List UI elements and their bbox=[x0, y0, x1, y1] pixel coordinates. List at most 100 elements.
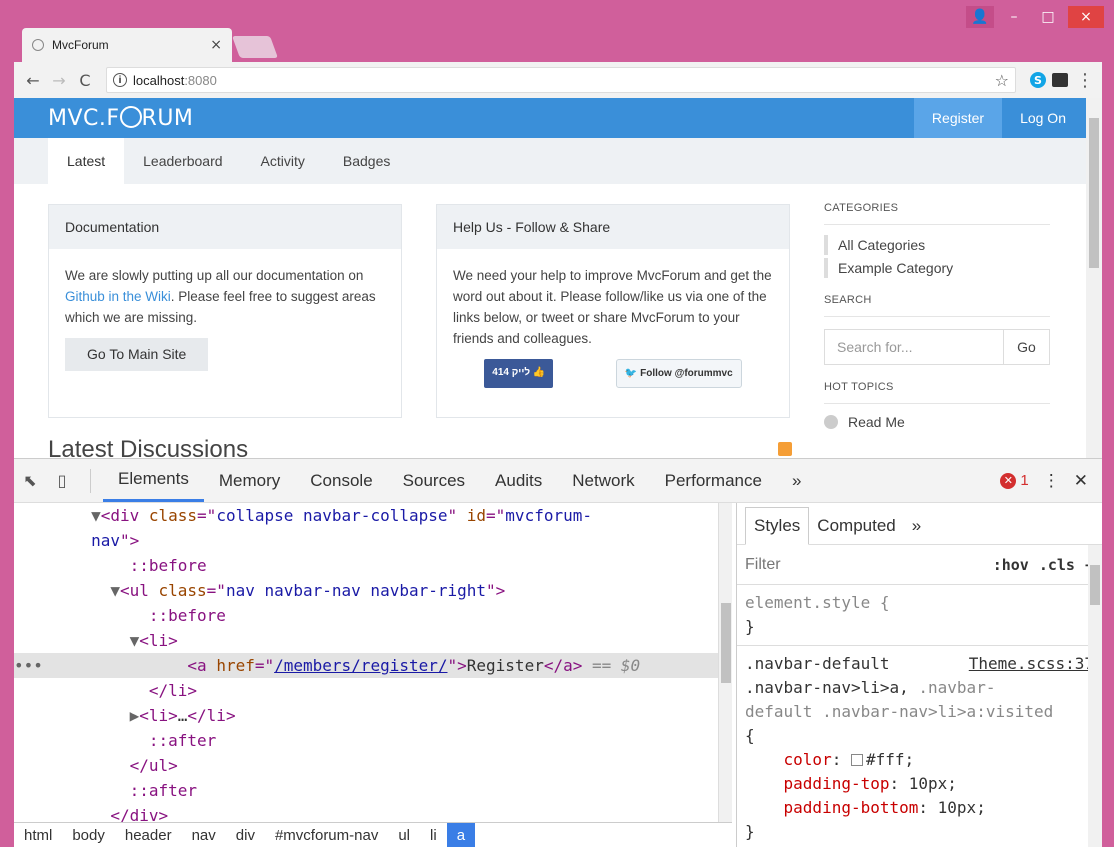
tab-close-icon[interactable]: × bbox=[210, 37, 222, 53]
devtools-menu-icon[interactable]: ⋮ bbox=[1043, 471, 1060, 491]
panel-body: We are slowly putting up all our documen… bbox=[49, 249, 401, 371]
tab-computed[interactable]: Computed bbox=[809, 516, 903, 544]
dom-node[interactable]: </div> bbox=[14, 803, 732, 823]
tab-styles[interactable]: Styles bbox=[745, 507, 810, 545]
search-title: SEARCH bbox=[824, 294, 1050, 317]
dom-node[interactable]: ▼<div class="collapse navbar-collapse" i… bbox=[14, 503, 732, 528]
filter-input[interactable]: Filter bbox=[745, 556, 781, 574]
element-style-rule[interactable]: element.style { } bbox=[737, 585, 1102, 646]
dom-node[interactable]: ▼<ul class="nav navbar-nav navbar-right"… bbox=[14, 578, 732, 603]
register-link[interactable]: Register bbox=[913, 98, 1003, 138]
tab-activity[interactable]: Activity bbox=[242, 138, 324, 184]
selected-dom-node[interactable]: ••• <a href="/members/register/">Registe… bbox=[14, 653, 732, 678]
facebook-like-button[interactable]: 414 לייק 👍 bbox=[484, 359, 554, 388]
avatar bbox=[824, 415, 838, 429]
url-host: localhost bbox=[133, 72, 185, 88]
site-logo[interactable]: MVC.F RUM bbox=[48, 105, 193, 131]
styles-scrollbar[interactable] bbox=[1088, 545, 1102, 847]
categories-title: CATEGORIES bbox=[824, 202, 1050, 225]
crumb-div[interactable]: div bbox=[226, 823, 265, 847]
browser-toolbar: ← → C i localhost :8080 ☆ S ⋮ bbox=[14, 62, 1102, 98]
dom-node[interactable]: </li> bbox=[14, 678, 732, 703]
styles-pane: Styles Computed » Filter :hov .cls + ele… bbox=[736, 503, 1102, 847]
tab-badges[interactable]: Badges bbox=[324, 138, 409, 184]
panel-title: Help Us - Follow & Share bbox=[437, 205, 789, 249]
skype-extension-icon[interactable]: S bbox=[1030, 72, 1046, 88]
dom-node[interactable]: ::before bbox=[14, 553, 732, 578]
sidebar: CATEGORIES All Categories Example Catego… bbox=[824, 202, 1050, 430]
browser-menu-icon[interactable]: ⋮ bbox=[1074, 69, 1096, 91]
inspect-element-icon[interactable]: ⬉ bbox=[14, 471, 46, 490]
more-tabs-icon[interactable]: » bbox=[777, 459, 816, 502]
page-scrollbar[interactable] bbox=[1086, 98, 1102, 458]
crumb-nav[interactable]: nav bbox=[182, 823, 226, 847]
styles-filter[interactable]: Filter :hov .cls + bbox=[737, 545, 1102, 585]
cls-toggle[interactable]: .cls bbox=[1039, 556, 1075, 574]
crumb-ul[interactable]: ul bbox=[388, 823, 420, 847]
device-toolbar-icon[interactable]: ▯ bbox=[46, 471, 78, 490]
crumb-li[interactable]: li bbox=[420, 823, 447, 847]
error-count-badge[interactable]: ✕ 1 bbox=[1000, 472, 1029, 489]
tab-leaderboard[interactable]: Leaderboard bbox=[124, 138, 241, 184]
more-panes-icon[interactable]: » bbox=[904, 516, 929, 544]
tab-latest[interactable]: Latest bbox=[48, 138, 125, 184]
browser-tab[interactable]: MvcForum × bbox=[22, 28, 232, 62]
bookmark-star-icon[interactable]: ☆ bbox=[995, 71, 1009, 90]
crumb-header[interactable]: header bbox=[115, 823, 182, 847]
dom-node[interactable]: ::before bbox=[14, 603, 732, 628]
user-profile-icon[interactable]: 👤 bbox=[966, 6, 994, 28]
extension-icon[interactable] bbox=[1052, 73, 1068, 87]
dom-node[interactable]: nav"> bbox=[14, 528, 732, 553]
dom-node[interactable]: </ul> bbox=[14, 753, 732, 778]
site-tabs: Latest Leaderboard Activity Badges bbox=[14, 138, 1102, 184]
minimize-button[interactable]: – bbox=[1000, 6, 1028, 28]
crumb-a[interactable]: a bbox=[446, 823, 476, 847]
window-close-button[interactable]: × bbox=[1068, 6, 1104, 28]
documentation-panel: Documentation We are slowly putting up a… bbox=[48, 204, 402, 418]
forward-icon[interactable]: → bbox=[46, 71, 72, 90]
devtools-panel: ⬉ ▯ Elements Memory Console Sources Audi… bbox=[14, 458, 1102, 847]
navbar-style-rule[interactable]: .navbar-default Theme.scss:37 .navbar-nav… bbox=[737, 646, 1102, 847]
help-panel: Help Us - Follow & Share We need your he… bbox=[436, 204, 790, 418]
new-tab-button[interactable] bbox=[231, 36, 279, 58]
styles-tabs: Styles Computed » bbox=[737, 503, 1102, 545]
hov-toggle[interactable]: :hov bbox=[993, 556, 1029, 574]
dom-tree[interactable]: ▼<div class="collapse navbar-collapse" i… bbox=[14, 503, 732, 823]
search-input[interactable]: Search for... bbox=[824, 329, 1004, 365]
crumb-mvcforum-nav[interactable]: #mvcforum-nav bbox=[265, 823, 388, 847]
login-link[interactable]: Log On bbox=[1002, 98, 1084, 138]
tab-sources[interactable]: Sources bbox=[388, 459, 480, 502]
tab-memory[interactable]: Memory bbox=[204, 459, 295, 502]
category-example[interactable]: Example Category bbox=[824, 258, 1050, 278]
search-go-button[interactable]: Go bbox=[1004, 329, 1050, 365]
color-swatch-icon[interactable] bbox=[850, 754, 863, 766]
dom-node[interactable]: ▶<li>…</li> bbox=[14, 703, 732, 728]
github-wiki-link[interactable]: Github in the Wiki bbox=[65, 289, 171, 304]
back-icon[interactable]: ← bbox=[20, 71, 46, 90]
tab-console[interactable]: Console bbox=[295, 459, 387, 502]
devtools-close-icon[interactable]: ✕ bbox=[1074, 471, 1088, 491]
main-site-button[interactable]: Go To Main Site bbox=[65, 338, 209, 371]
info-icon[interactable]: i bbox=[113, 73, 127, 87]
crumb-html[interactable]: html bbox=[14, 823, 62, 847]
favicon-icon bbox=[32, 39, 44, 51]
rss-icon[interactable] bbox=[778, 442, 792, 456]
breadcrumb: html body header nav div #mvcforum-nav u… bbox=[14, 822, 732, 847]
maximize-button[interactable]: □ bbox=[1034, 6, 1062, 28]
dom-node[interactable]: ::after bbox=[14, 728, 732, 753]
category-all[interactable]: All Categories bbox=[824, 235, 1050, 255]
dom-node[interactable]: ▼<li> bbox=[14, 628, 732, 653]
tab-elements[interactable]: Elements bbox=[103, 459, 204, 502]
tab-performance[interactable]: Performance bbox=[650, 459, 777, 502]
reload-icon[interactable]: C bbox=[72, 71, 98, 90]
tab-audits[interactable]: Audits bbox=[480, 459, 557, 502]
dom-node[interactable]: ::after bbox=[14, 778, 732, 803]
hot-topic-item[interactable]: Read Me bbox=[824, 414, 1050, 430]
twitter-follow-button[interactable]: 🐦 Follow @forummvc bbox=[615, 359, 742, 388]
tab-network[interactable]: Network bbox=[557, 459, 649, 502]
latest-discussions-heading: Latest Discussions bbox=[48, 436, 249, 458]
source-link[interactable]: Theme.scss:37 bbox=[969, 652, 1094, 676]
address-bar[interactable]: i localhost :8080 ☆ bbox=[106, 67, 1016, 93]
crumb-body[interactable]: body bbox=[62, 823, 115, 847]
dom-scrollbar[interactable] bbox=[718, 503, 732, 823]
